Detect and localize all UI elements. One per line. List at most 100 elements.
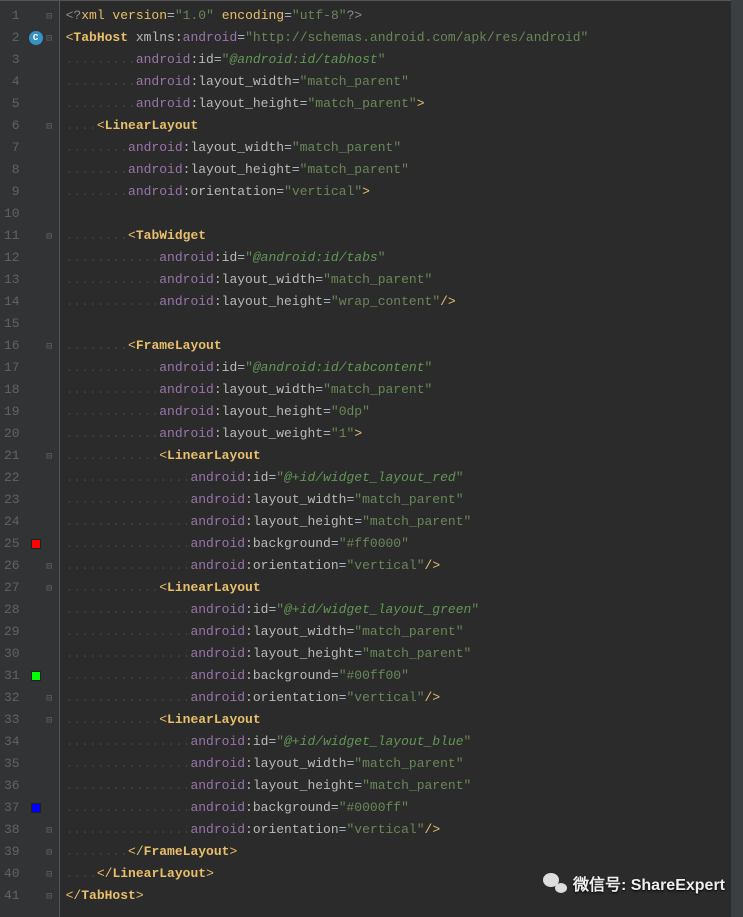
color-swatch-icon[interactable] (31, 803, 41, 813)
fold-cell[interactable] (46, 115, 59, 137)
vcs-author-avatar[interactable]: C (29, 31, 43, 45)
fold-toggle-icon[interactable] (47, 451, 57, 461)
code-line[interactable]: ................android:layout_height="m… (66, 775, 743, 797)
code-line[interactable]: ................android:background="#000… (66, 797, 743, 819)
code-line[interactable]: ............android:layout_width="match_… (66, 269, 743, 291)
fold-cell[interactable] (46, 775, 59, 797)
fold-toggle-icon[interactable] (47, 825, 57, 835)
fold-cell[interactable] (46, 247, 59, 269)
fold-cell[interactable] (46, 203, 59, 225)
fold-cell[interactable] (46, 159, 59, 181)
code-line[interactable]: ................android:background="#00f… (66, 665, 743, 687)
fold-gutter[interactable] (46, 1, 60, 917)
color-swatch-icon[interactable] (31, 671, 41, 681)
fold-toggle-icon[interactable] (47, 847, 57, 857)
code-line[interactable]: ........</FrameLayout> (66, 841, 743, 863)
fold-cell[interactable] (46, 819, 59, 841)
fold-cell[interactable] (46, 709, 59, 731)
fold-toggle-icon[interactable] (47, 891, 57, 901)
code-line[interactable]: ............android:layout_height="wrap_… (66, 291, 743, 313)
fold-toggle-icon[interactable] (47, 33, 57, 43)
fold-cell[interactable] (46, 797, 59, 819)
vertical-scrollbar[interactable] (731, 0, 743, 917)
code-line[interactable]: ................android:orientation="ver… (66, 555, 743, 577)
fold-cell[interactable] (46, 225, 59, 247)
fold-cell[interactable] (46, 379, 59, 401)
code-line[interactable]: ................android:layout_height="m… (66, 511, 743, 533)
code-line[interactable]: .........android:id="@android:id/tabhost… (66, 49, 743, 71)
fold-cell[interactable] (46, 621, 59, 643)
code-line[interactable]: <?xml version="1.0" encoding="utf-8"?> (66, 5, 743, 27)
code-line[interactable]: ........android:orientation="vertical"> (66, 181, 743, 203)
code-line[interactable]: ........android:layout_height="match_par… (66, 159, 743, 181)
fold-cell[interactable] (46, 5, 59, 27)
code-editor[interactable]: 1234567891011121314151617181920212223242… (0, 0, 743, 917)
fold-toggle-icon[interactable] (47, 715, 57, 725)
fold-cell[interactable] (46, 445, 59, 467)
fold-toggle-icon[interactable] (47, 11, 57, 21)
code-line[interactable]: ................android:layout_width="ma… (66, 753, 743, 775)
fold-cell[interactable] (46, 599, 59, 621)
fold-cell[interactable] (46, 533, 59, 555)
code-line[interactable]: ................android:orientation="ver… (66, 819, 743, 841)
code-line[interactable]: <TabHost xmlns:android="http://schemas.a… (66, 27, 743, 49)
code-line[interactable]: ........android:layout_width="match_pare… (66, 137, 743, 159)
fold-toggle-icon[interactable] (47, 869, 57, 879)
fold-cell[interactable] (46, 863, 59, 885)
fold-cell[interactable] (46, 467, 59, 489)
fold-toggle-icon[interactable] (47, 121, 57, 131)
code-line[interactable]: ................android:id="@+id/widget_… (66, 467, 743, 489)
code-line[interactable]: ............android:layout_width="match_… (66, 379, 743, 401)
code-line[interactable]: ................android:orientation="ver… (66, 687, 743, 709)
color-swatch-icon[interactable] (31, 539, 41, 549)
code-line[interactable]: ................android:background="#ff0… (66, 533, 743, 555)
fold-cell[interactable] (46, 665, 59, 687)
fold-cell[interactable] (46, 423, 59, 445)
fold-cell[interactable] (46, 401, 59, 423)
fold-toggle-icon[interactable] (47, 693, 57, 703)
code-line[interactable]: ............android:id="@android:id/tabc… (66, 357, 743, 379)
fold-cell[interactable] (46, 335, 59, 357)
fold-cell[interactable] (46, 313, 59, 335)
fold-cell[interactable] (46, 577, 59, 599)
fold-cell[interactable] (46, 731, 59, 753)
fold-toggle-icon[interactable] (47, 341, 57, 351)
code-line[interactable]: ................android:layout_height="m… (66, 643, 743, 665)
fold-cell[interactable] (46, 687, 59, 709)
code-line[interactable]: ............android:id="@android:id/tabs… (66, 247, 743, 269)
code-line[interactable]: ................android:id="@+id/widget_… (66, 599, 743, 621)
fold-cell[interactable] (46, 71, 59, 93)
fold-cell[interactable] (46, 181, 59, 203)
fold-cell[interactable] (46, 269, 59, 291)
code-line[interactable]: ................android:layout_width="ma… (66, 489, 743, 511)
code-line[interactable]: ............<LinearLayout (66, 709, 743, 731)
fold-toggle-icon[interactable] (47, 583, 57, 593)
code-line[interactable]: ............<LinearLayout (66, 445, 743, 467)
fold-cell[interactable] (46, 885, 59, 907)
fold-cell[interactable] (46, 511, 59, 533)
fold-toggle-icon[interactable] (47, 561, 57, 571)
fold-cell[interactable] (46, 841, 59, 863)
code-line[interactable]: ............android:layout_weight="1"> (66, 423, 743, 445)
code-line[interactable]: ............<LinearLayout (66, 577, 743, 599)
fold-cell[interactable] (46, 137, 59, 159)
fold-cell[interactable] (46, 357, 59, 379)
code-line[interactable] (66, 313, 743, 335)
code-line[interactable]: ............android:layout_height="0dp" (66, 401, 743, 423)
code-line[interactable]: ........<FrameLayout (66, 335, 743, 357)
fold-cell[interactable] (46, 489, 59, 511)
fold-cell[interactable] (46, 27, 59, 49)
fold-toggle-icon[interactable] (47, 231, 57, 241)
code-line[interactable]: ....<LinearLayout (66, 115, 743, 137)
code-line[interactable]: ................android:layout_width="ma… (66, 621, 743, 643)
fold-cell[interactable] (46, 555, 59, 577)
fold-cell[interactable] (46, 93, 59, 115)
fold-cell[interactable] (46, 291, 59, 313)
code-line[interactable] (66, 203, 743, 225)
code-line[interactable]: ................android:id="@+id/widget_… (66, 731, 743, 753)
fold-cell[interactable] (46, 49, 59, 71)
fold-cell[interactable] (46, 643, 59, 665)
code-line[interactable]: ........<TabWidget (66, 225, 743, 247)
code-line[interactable]: .........android:layout_height="match_pa… (66, 93, 743, 115)
code-area[interactable]: <?xml version="1.0" encoding="utf-8"?><T… (60, 1, 743, 917)
